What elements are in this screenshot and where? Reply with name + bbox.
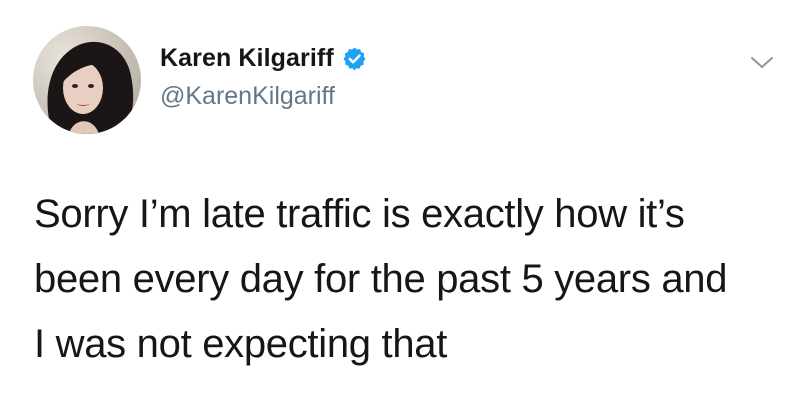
avatar[interactable] bbox=[33, 26, 141, 134]
tweet-card: Karen Kilgariff @KarenKilgariff Sorry I’… bbox=[0, 0, 800, 418]
tweet-text: Sorry I’m late traffic is exactly how it… bbox=[34, 182, 774, 377]
author-display-name[interactable]: Karen Kilgariff bbox=[160, 44, 334, 73]
avatar-image bbox=[33, 26, 141, 134]
chevron-down-icon[interactable] bbox=[748, 54, 776, 72]
tweet-text-line: Sorry I’m late traffic is exactly how it… bbox=[34, 192, 685, 236]
author-handle[interactable]: @KarenKilgariff bbox=[160, 82, 335, 111]
author-name-row: Karen Kilgariff bbox=[160, 44, 367, 73]
tweet-text-line: been every day for the past 5 years and bbox=[34, 257, 728, 301]
verified-badge-icon bbox=[342, 46, 367, 71]
tweet-text-line: I was not expecting that bbox=[34, 322, 448, 366]
